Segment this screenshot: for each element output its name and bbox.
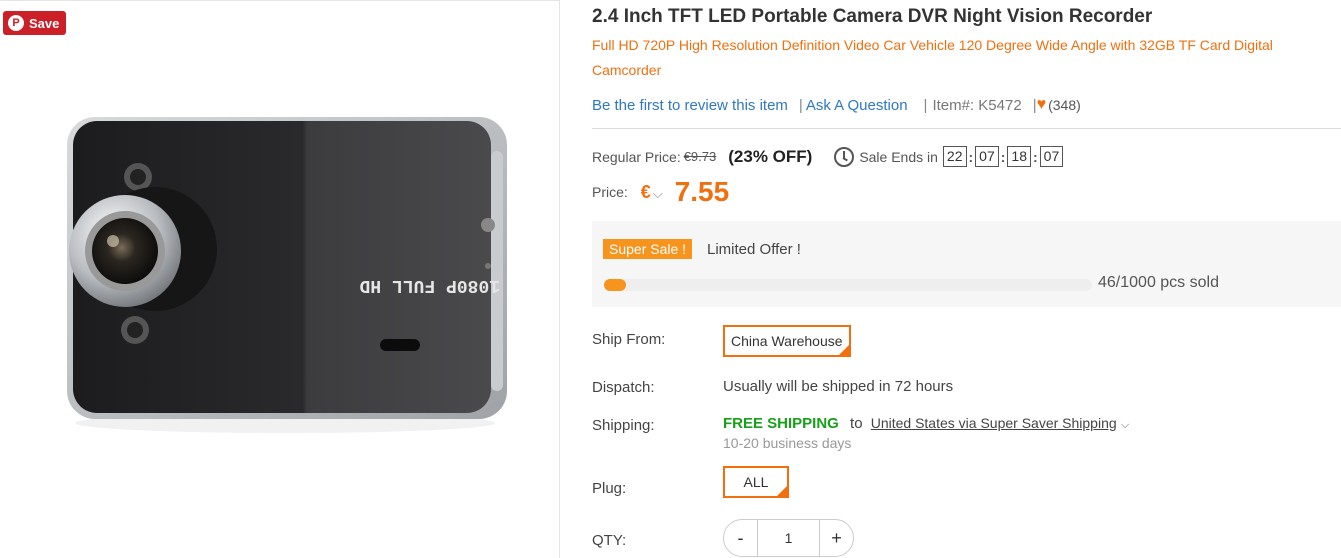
qty-plus-button[interactable]: + xyxy=(820,520,853,556)
currency-selector[interactable]: € ⌵ xyxy=(641,182,663,203)
quantity-stepper: - + xyxy=(723,519,854,557)
shipping-days: 10-20 business days xyxy=(723,435,852,451)
regular-price-label: Regular Price: xyxy=(592,148,681,165)
wishlist-count: (348) xyxy=(1048,97,1081,113)
pinterest-save-label: Save xyxy=(29,15,60,31)
timer-seconds: 07 xyxy=(1039,146,1064,167)
pinterest-icon: P xyxy=(8,15,24,31)
super-sale-box: Super Sale ! Limited Offer ! 46/1000 pcs… xyxy=(592,221,1341,307)
meta-separator: | xyxy=(923,96,928,114)
check-icon: ✔ xyxy=(841,337,849,346)
chevron-down-icon[interactable]: ⌵ xyxy=(1121,419,1129,431)
discount-badge: (23% OFF) xyxy=(728,146,813,166)
product-info: 2.4 Inch TFT LED Portable Camera DVR Nig… xyxy=(592,0,1341,558)
product-subtitle: Full HD 720P High Resolution Definition … xyxy=(592,37,1273,78)
ask-question-link[interactable]: Ask A Question xyxy=(806,97,908,114)
shipping-label: Shipping: xyxy=(592,417,655,434)
divider xyxy=(592,128,1341,129)
regular-price-row: Regular Price: €9.73 (23% OFF) Sale Ends… xyxy=(592,146,1064,167)
timer-colon: : xyxy=(968,148,974,165)
chevron-down-icon: ⌵ xyxy=(652,185,663,201)
dispatch-label: Dispatch: xyxy=(592,379,655,396)
timer-colon: : xyxy=(1000,148,1006,165)
meta-separator: | xyxy=(798,96,803,114)
qty-label: QTY: xyxy=(592,532,627,549)
currency-symbol: € xyxy=(640,181,651,202)
sold-progress-bar xyxy=(604,279,1092,291)
ship-from-option[interactable]: China Warehouse ✔ xyxy=(723,325,851,357)
shipping-to-text: to xyxy=(850,415,863,432)
product-meta-row: Be the first to review this item | Ask A… xyxy=(592,96,1081,114)
device-text: 1080P FULL HD xyxy=(359,275,500,295)
free-shipping-text: FREE SHIPPING xyxy=(723,415,839,432)
price-row: Price: € ⌵ 7.55 xyxy=(592,176,729,208)
countdown-timer: 22 : 07 : 18 : 07 xyxy=(942,146,1064,167)
item-number: Item#: K5472 xyxy=(932,96,1022,114)
timer-minutes: 18 xyxy=(1007,146,1031,167)
qty-input[interactable] xyxy=(757,520,820,556)
plug-value: ALL xyxy=(743,474,769,490)
product-title: 2.4 Inch TFT LED Portable Camera DVR Nig… xyxy=(592,6,1153,27)
regular-price: €9.73 xyxy=(683,149,717,164)
pinterest-save-button[interactable]: P Save xyxy=(3,11,67,35)
clock-icon xyxy=(834,146,855,167)
product-image-panel: P Save 1080P FULL HD xyxy=(0,0,560,558)
limited-offer-text: Limited Offer ! xyxy=(707,241,801,258)
shipping-method-selector[interactable]: United States via Super Saver Shipping xyxy=(871,415,1117,431)
timer-colon: : xyxy=(1033,148,1038,165)
heart-icon[interactable]: ♥ xyxy=(1037,96,1047,114)
sale-ends-label: Sale Ends in xyxy=(859,148,938,165)
timer-days: 22 xyxy=(942,146,967,167)
check-icon: ✔ xyxy=(780,478,787,487)
timer-hours: 07 xyxy=(975,146,999,167)
sold-progress-fill xyxy=(604,279,627,291)
sale-price: 7.55 xyxy=(674,176,730,207)
plug-label: Plug: xyxy=(592,480,627,497)
qty-minus-button[interactable]: - xyxy=(724,520,757,556)
ship-from-label: Ship From: xyxy=(592,331,666,348)
ship-from-value: China Warehouse xyxy=(731,333,843,349)
product-image[interactable]: 1080P FULL HD xyxy=(55,101,515,441)
review-link[interactable]: Be the first to review this item xyxy=(592,97,788,114)
price-label: Price: xyxy=(592,184,628,200)
plug-option[interactable]: ALL ✔ xyxy=(723,466,789,498)
super-sale-tag: Super Sale ! xyxy=(603,239,693,259)
dispatch-value: Usually will be shipped in 72 hours xyxy=(723,378,954,395)
sold-count: 46/1000 pcs sold xyxy=(1098,274,1219,291)
shipping-info: FREE SHIPPING to United States via Super… xyxy=(723,415,1129,432)
